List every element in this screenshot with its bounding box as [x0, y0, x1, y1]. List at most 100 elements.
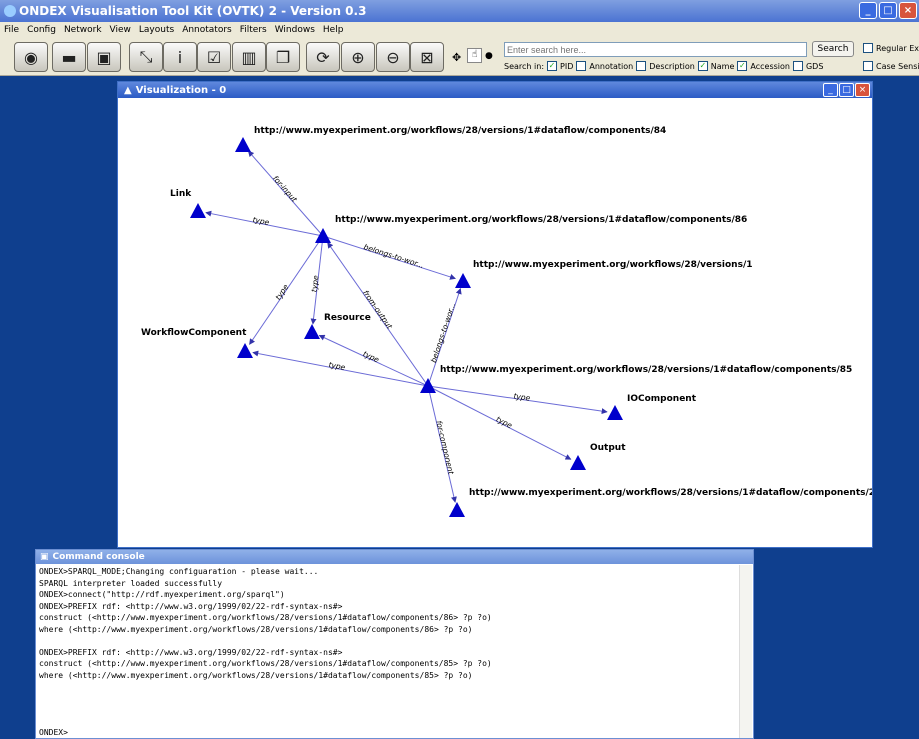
app-title: ONDEX Visualisation Tool Kit (OVTK) 2 - … [19, 4, 367, 18]
console-title: Command console [52, 552, 145, 562]
node-label: IOComponent [627, 394, 697, 404]
accession-checkbox[interactable]: ✓ [737, 61, 748, 71]
graph-node[interactable] [304, 324, 320, 339]
pid-checkbox[interactable]: ✓ [547, 61, 558, 71]
fit-view-icon[interactable]: ⊠ [410, 42, 444, 72]
edge-label: from-output [361, 289, 395, 332]
edge-label: type [495, 414, 514, 430]
console-line: construct (<http://www.myexperiment.org/… [39, 613, 492, 622]
console-icon: ▣ [40, 552, 49, 562]
window-icon: ▲ [124, 84, 132, 96]
graph-node[interactable] [237, 343, 253, 358]
menu-annotators[interactable]: Annotators [178, 25, 236, 35]
console-scrollbar[interactable] [739, 565, 752, 738]
edge-label: for-input [271, 174, 300, 205]
menu-layouts[interactable]: Layouts [135, 25, 178, 35]
menu-filters[interactable]: Filters [236, 25, 271, 35]
console-line: ONDEX>PREFIX rdf: <http://www.w3.org/199… [39, 601, 343, 611]
trash-icon[interactable]: ▥ [232, 42, 266, 72]
console-line: where (<http://www.myexperiment.org/work… [39, 670, 473, 680]
zoom-out-icon[interactable]: ⊖ [376, 42, 410, 72]
console-line: where (<http://www.myexperiment.org/work… [39, 624, 473, 634]
info-icon[interactable]: i [163, 42, 197, 72]
graph-node[interactable] [235, 137, 251, 152]
edge-label: belongs-to-wor... [429, 302, 457, 364]
copy-icon[interactable]: ❐ [266, 42, 300, 72]
menu-network[interactable]: Network [60, 25, 106, 35]
case-sensitive-option: Case Sensitiv [863, 61, 919, 71]
console-line: ONDEX>connect("http://rdf.myexperiment.o… [39, 590, 285, 599]
graph-node[interactable] [449, 502, 465, 517]
console-line: ONDEX>PREFIX rdf: <http://www.w3.org/199… [39, 647, 343, 657]
command-console: ▣ Command console ONDEX>SPARQL_MODE;Chan… [35, 549, 754, 739]
menu-view[interactable]: View [106, 25, 135, 35]
visualization-window: ▲ Visualization - 0 _ □ × for-input type b… [117, 81, 873, 548]
gds-checkbox[interactable] [792, 61, 803, 71]
regular-expression-checkbox[interactable] [863, 43, 873, 53]
ondex-logo-icon [4, 5, 16, 17]
edge-label: type [328, 360, 347, 372]
menu-config[interactable]: Config [23, 25, 60, 35]
search-button[interactable]: Search [812, 41, 854, 57]
console-line: ONDEX>SPARQL_MODE;Changing configuaratio… [39, 567, 319, 576]
search-input[interactable] [504, 42, 807, 57]
graph-node[interactable] [420, 378, 436, 393]
edge-label: type [252, 215, 271, 227]
checklist-icon[interactable]: ☑ [197, 42, 231, 72]
maximize-button[interactable]: □ [879, 2, 897, 19]
app-title-bar: ONDEX Visualisation Tool Kit (OVTK) 2 - … [0, 0, 919, 22]
node-label: Link [170, 189, 192, 199]
network-graph[interactable]: for-inputtypebelongs-to-wor...typetype fr… [118, 98, 872, 547]
visualization-title-bar: ▲ Visualization - 0 [118, 82, 872, 98]
case-sensitive-checkbox[interactable] [863, 61, 873, 71]
viz-minimize-button[interactable]: _ [823, 83, 838, 97]
save-icon[interactable]: ▣ [87, 42, 121, 72]
edge-label: type [310, 275, 321, 293]
move-icon[interactable]: ✥ [452, 51, 461, 64]
search-options: Search in: ✓ PID Annotation Description ✓… [504, 61, 824, 71]
graph-node[interactable] [570, 455, 586, 470]
name-checkbox[interactable]: ✓ [697, 61, 708, 71]
node-label: http://www.myexperiment.org/workflows/28… [469, 488, 872, 498]
minimize-button[interactable]: _ [859, 2, 877, 19]
edge-label: for-component [434, 420, 456, 477]
zoom-in-icon[interactable]: ⊕ [341, 42, 375, 72]
menu-help[interactable]: Help [319, 25, 348, 35]
node-label: Output [590, 443, 626, 453]
regular-expression-option: Regular Expr [863, 43, 919, 53]
node-label: http://www.myexperiment.org/workflows/28… [254, 126, 666, 136]
globe-icon[interactable]: ◉ [14, 42, 48, 72]
graph-node[interactable] [190, 203, 206, 218]
viz-maximize-button[interactable]: □ [839, 83, 854, 97]
hand-pointer-icon[interactable]: ☝ [467, 48, 482, 63]
drag-hand-icon[interactable]: ● [485, 51, 493, 61]
console-line: construct (<http://www.myexperiment.org/… [39, 659, 492, 668]
description-checkbox[interactable] [636, 61, 647, 71]
relayout-icon[interactable]: ⤡ [129, 42, 163, 72]
annotation-checkbox[interactable] [576, 61, 587, 71]
node-label: http://www.myexperiment.org/workflows/28… [473, 260, 753, 270]
node-label: http://www.myexperiment.org/workflows/28… [335, 215, 747, 225]
node-label: http://www.myexperiment.org/workflows/28… [440, 365, 852, 375]
node-label: Resource [324, 313, 371, 323]
visualization-title: Visualization - 0 [135, 84, 227, 96]
graph-node[interactable] [455, 273, 471, 288]
console-output[interactable]: ONDEX>SPARQL_MODE;Changing configuaratio… [36, 564, 753, 738]
edge-label: type [274, 282, 291, 301]
refresh-icon[interactable]: ⟳ [306, 42, 340, 72]
node-label: WorkflowComponent [141, 328, 247, 338]
menu-windows[interactable]: Windows [271, 25, 319, 35]
menu-file[interactable]: File [0, 25, 23, 35]
viz-close-button[interactable]: × [855, 83, 870, 97]
console-line: ONDEX> [39, 728, 68, 737]
close-button[interactable]: × [899, 2, 917, 19]
graph-node[interactable] [607, 405, 623, 420]
open-folder-icon[interactable]: ▬ [52, 42, 86, 72]
edge-label: type [513, 391, 531, 402]
console-line: SPARQL interpreter loaded successfully [39, 578, 223, 588]
